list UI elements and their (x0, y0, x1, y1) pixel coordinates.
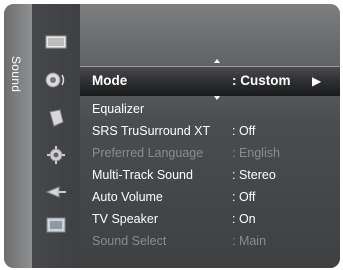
menu-item-srs-trusurround[interactable]: SRS TruSurround XT : Off (92, 120, 332, 142)
menu-item-label: Sound Select (92, 234, 167, 248)
menu-item-sound-select: Sound Select : Main (92, 230, 332, 252)
menu-item-value: : Off (232, 124, 256, 138)
menu-item-auto-volume[interactable]: Auto Volume : Off (92, 186, 332, 208)
menu-item-label: Multi-Track Sound (92, 168, 193, 182)
application-icon[interactable] (44, 215, 68, 235)
osd-menu-frame: Sound Mode : Custom ▶ Equalizer SRS TruS… (4, 4, 340, 268)
scroll-up-indicator (214, 59, 220, 63)
menu-item-label: SRS TruSurround XT (92, 124, 211, 138)
menu-item-label: Mode (92, 73, 128, 88)
menu-item-value: : On (232, 212, 256, 226)
input-icon[interactable] (44, 182, 68, 202)
menu-item-label: TV Speaker (92, 212, 159, 226)
menu-item-value: : Custom (232, 73, 291, 88)
menu-item-equalizer[interactable]: Equalizer (92, 98, 332, 120)
right-arrow-icon: ▶ (312, 74, 322, 88)
menu-item-preferred-language: Preferred Language : English (92, 142, 332, 164)
picture-icon[interactable] (44, 32, 68, 52)
menu-item-label: Auto Volume (92, 190, 163, 204)
side-tab-label: Sound (9, 56, 23, 93)
menu-item-label: Preferred Language (92, 146, 204, 160)
menu-item-value: : Off (232, 190, 256, 204)
category-icon-column (32, 4, 80, 268)
menu-item-mode[interactable]: Mode : Custom ▶ (80, 66, 340, 96)
menu-item-tv-speaker[interactable]: TV Speaker : On (92, 208, 332, 230)
channel-icon[interactable] (44, 108, 68, 128)
menu-item-label: Equalizer (92, 102, 145, 116)
menu-item-value: : English (232, 146, 280, 160)
sound-icon[interactable] (44, 70, 68, 90)
menu-item-value: : Main (232, 234, 267, 248)
menu-item-value: : Stereo (232, 168, 276, 182)
setup-icon[interactable] (44, 145, 68, 165)
menu-item-multi-track-sound[interactable]: Multi-Track Sound : Stereo (92, 164, 332, 186)
menu-panel: Mode : Custom ▶ Equalizer SRS TruSurroun… (80, 4, 340, 268)
side-tab: Sound (4, 4, 32, 268)
